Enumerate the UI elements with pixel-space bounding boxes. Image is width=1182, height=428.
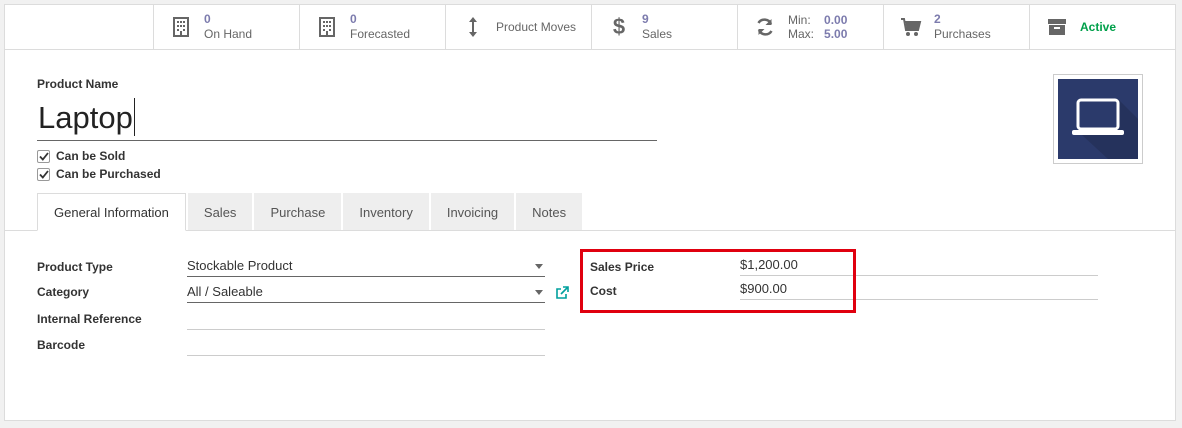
- can-be-sold-label: Can be Sold: [56, 149, 126, 163]
- product-name-value: Laptop: [38, 100, 133, 135]
- text-cursor: [133, 98, 135, 136]
- can-be-purchased-label: Can be Purchased: [56, 167, 161, 181]
- sales-label: Sales: [642, 27, 673, 41]
- product-type-label: Product Type: [37, 260, 113, 274]
- internal-reference-input[interactable]: [187, 310, 545, 330]
- laptop-icon: [1058, 79, 1138, 159]
- vertical-arrows-icon: [462, 16, 484, 38]
- dollar-icon: $: [612, 14, 626, 39]
- checkmark-icon: [37, 149, 50, 163]
- price-highlight-box: [580, 249, 856, 313]
- on-hand-value: 0: [204, 12, 211, 26]
- purchases-button[interactable]: 2 Purchases: [883, 5, 1029, 50]
- tab-general-information[interactable]: General Information: [37, 193, 186, 231]
- barcode-label: Barcode: [37, 338, 86, 352]
- category-value: All / Saleable: [187, 284, 263, 299]
- building-icon: [170, 16, 192, 38]
- building-icon: [316, 16, 338, 38]
- archive-toggle-button[interactable]: Active: [1029, 5, 1175, 50]
- archive-box-icon: [1046, 16, 1068, 38]
- smart-button-box: 0 On Hand 0 Forecasted Product Moves $ 9 Sa…: [153, 5, 1175, 50]
- shopping-cart-icon: [900, 16, 922, 38]
- max-label: Max:: [788, 27, 815, 41]
- product-moves-label: Product Moves: [496, 20, 577, 34]
- category-select[interactable]: All / Saleable: [187, 283, 545, 303]
- tab-notes[interactable]: Notes: [516, 193, 583, 231]
- dropdown-arrow-icon: [535, 264, 543, 269]
- forecasted-button[interactable]: 0 Forecasted: [299, 5, 445, 50]
- purchases-value: 2: [934, 12, 941, 26]
- forecasted-label: Forecasted: [350, 27, 411, 41]
- tab-purchase[interactable]: Purchase: [254, 193, 342, 231]
- product-type-value: Stockable Product: [187, 258, 293, 273]
- on-hand-label: On Hand: [204, 27, 253, 41]
- can-be-purchased-checkbox[interactable]: Can be Purchased: [37, 167, 161, 181]
- product-type-select[interactable]: Stockable Product: [187, 257, 545, 277]
- button-box-divider: [5, 49, 1175, 50]
- barcode-input[interactable]: [187, 336, 545, 356]
- tab-inventory[interactable]: Inventory: [343, 193, 429, 231]
- checkmark-icon: [37, 167, 50, 181]
- on-hand-button[interactable]: 0 On Hand: [153, 5, 299, 50]
- forecasted-value: 0: [350, 12, 357, 26]
- max-value: 5.00: [824, 27, 848, 41]
- purchases-label: Purchases: [934, 27, 991, 41]
- category-label: Category: [37, 285, 90, 299]
- dropdown-arrow-icon: [535, 290, 543, 295]
- min-label: Min:: [788, 13, 811, 27]
- sales-value: 9: [642, 12, 649, 26]
- sales-button[interactable]: $ 9 Sales: [591, 5, 737, 50]
- can-be-sold-checkbox[interactable]: Can be Sold: [37, 149, 125, 163]
- internal-reference-label: Internal Reference: [37, 312, 142, 326]
- product-moves-button[interactable]: Product Moves: [445, 5, 591, 50]
- product-name-input[interactable]: Laptop: [37, 97, 657, 141]
- active-status-label: Active: [1080, 20, 1117, 34]
- product-image[interactable]: [1053, 74, 1143, 164]
- external-link-icon[interactable]: [555, 286, 569, 300]
- tab-invoicing[interactable]: Invoicing: [430, 193, 515, 231]
- min-value: 0.00: [824, 13, 848, 27]
- reordering-rules-button[interactable]: Min: 0.00 Max: 5.00: [737, 5, 883, 50]
- product-form-sheet: 0 On Hand 0 Forecasted Product Moves $ 9 Sa…: [4, 4, 1176, 421]
- product-name-label: Product Name: [37, 77, 119, 91]
- notebook-tabs: General Information Sales Purchase Inven…: [37, 193, 584, 231]
- tab-sales[interactable]: Sales: [187, 193, 253, 231]
- refresh-icon: [754, 16, 776, 38]
